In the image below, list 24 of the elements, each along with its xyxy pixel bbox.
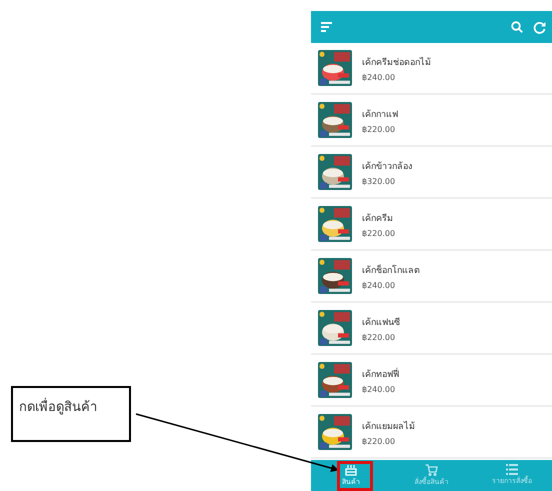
- cake-icon: [345, 464, 358, 476]
- product-price: ฿240.00: [362, 72, 396, 82]
- cart-icon: [424, 464, 438, 476]
- product-price: ฿320.00: [362, 176, 396, 186]
- search-icon[interactable]: [511, 21, 523, 33]
- product-name: เค้กแฟนซี: [362, 316, 400, 328]
- product-name: เค้กทอฟฟี่: [362, 366, 399, 380]
- product-name: เค้กครีมช่อดอกไม้: [362, 56, 431, 68]
- list-icon: [506, 464, 518, 475]
- product-price: ฿220.00: [362, 332, 396, 342]
- product-price: ฿240.00: [362, 384, 396, 394]
- product-price: ฿220.00: [362, 436, 396, 446]
- refresh-icon[interactable]: [533, 20, 546, 34]
- highlight-frame: [337, 461, 373, 491]
- callout-text: กดเพื่อดูสินค้า: [19, 400, 97, 415]
- product-name: เค้กกาแฟ: [362, 108, 398, 120]
- menu-icon[interactable]: [321, 22, 333, 32]
- product-name: เค้กครีม: [362, 212, 394, 224]
- product-name: เค้กข้าวกล้อง: [362, 160, 412, 172]
- product-name: เค้กแยมผลไม้: [362, 420, 415, 432]
- product-name: เค้กช็อกโกแลต: [362, 264, 420, 276]
- product-price: ฿220.00: [362, 228, 396, 238]
- product-price: ฿220.00: [362, 124, 396, 134]
- product-price: ฿240.00: [362, 280, 396, 290]
